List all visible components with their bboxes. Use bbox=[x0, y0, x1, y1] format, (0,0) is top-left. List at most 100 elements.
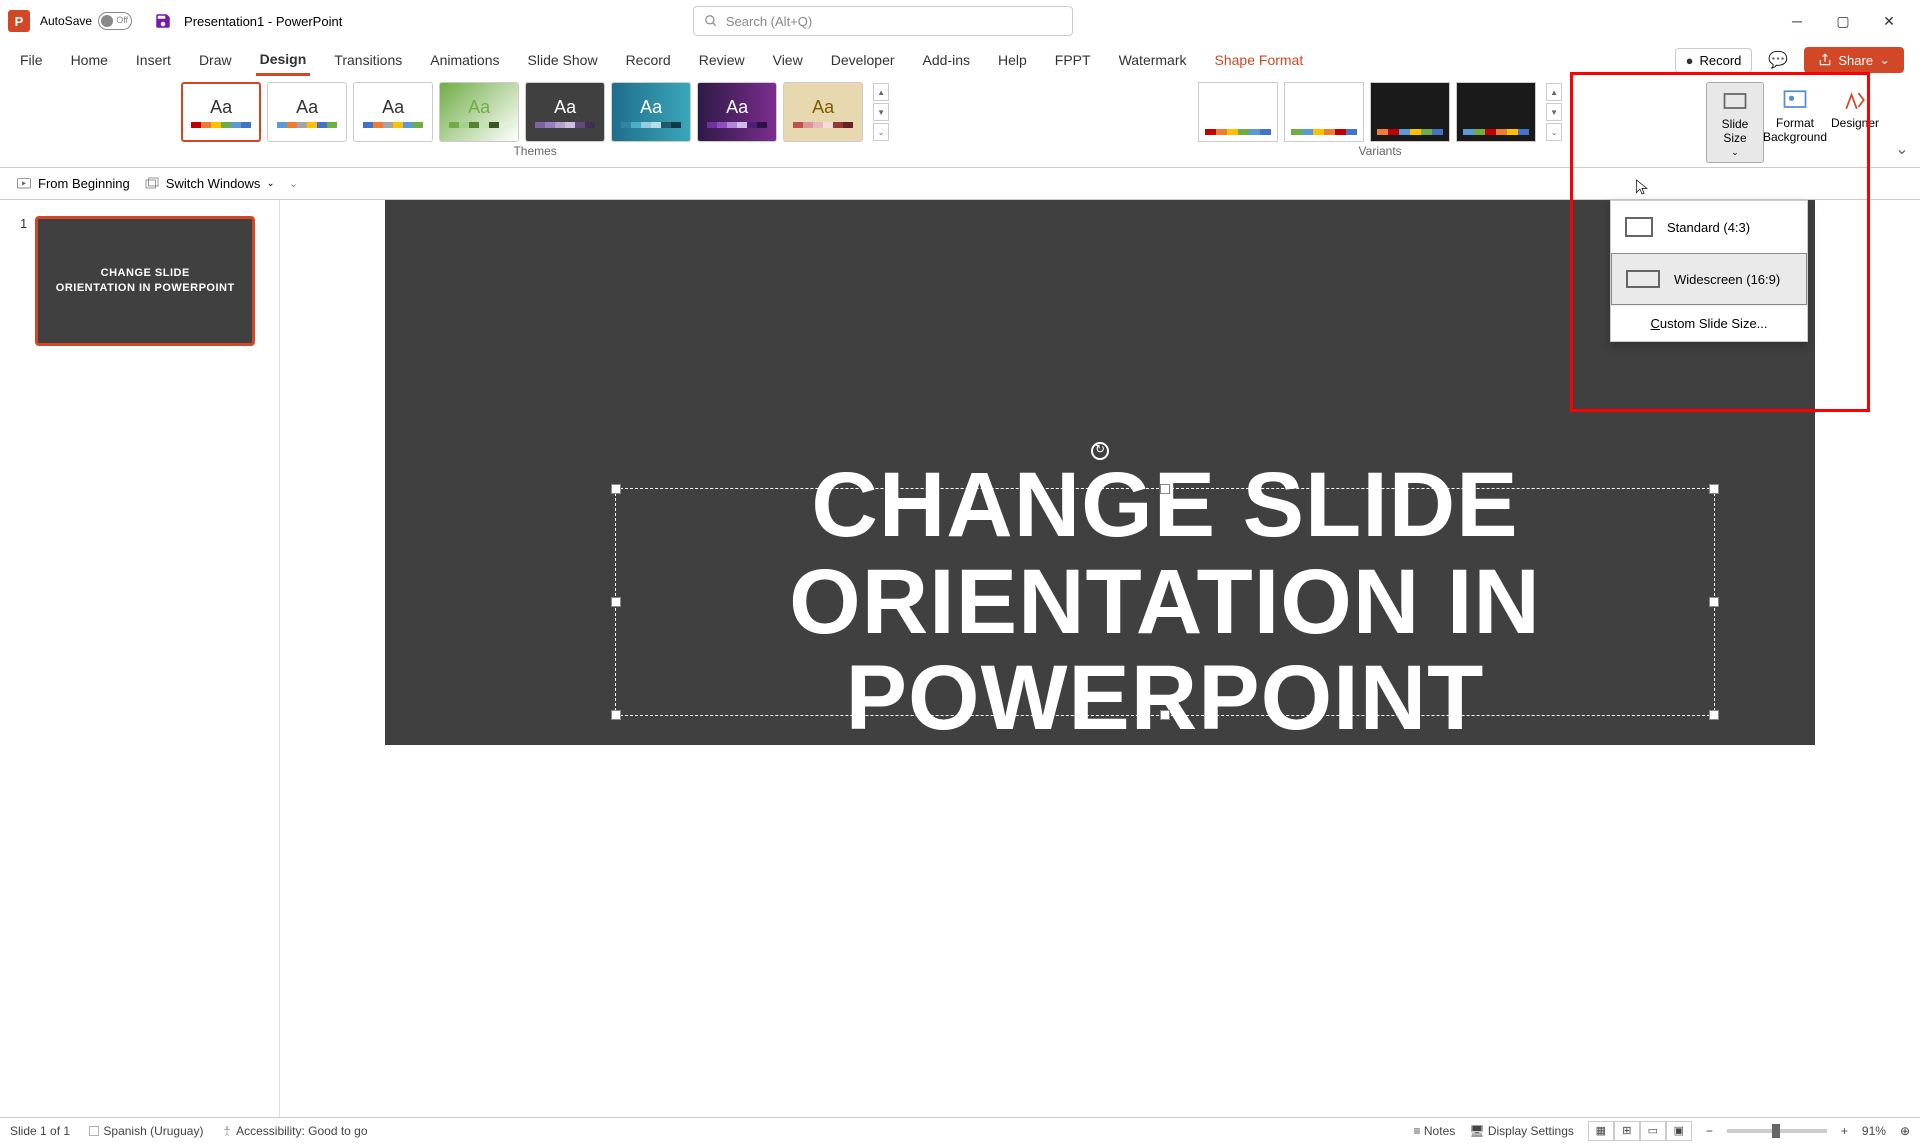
windows-icon bbox=[144, 176, 160, 192]
tab-review[interactable]: Review bbox=[695, 46, 749, 74]
designer-button[interactable]: Designer bbox=[1826, 82, 1884, 134]
theme-swatch-8[interactable]: Aa bbox=[783, 82, 863, 142]
notes-label: Notes bbox=[1424, 1124, 1455, 1138]
format-background-label: Format Background bbox=[1763, 116, 1827, 144]
chevron-down-icon: ⌄ bbox=[1731, 147, 1739, 158]
theme-swatch-2[interactable]: Aa bbox=[267, 82, 347, 142]
tab-developer[interactable]: Developer bbox=[827, 46, 899, 74]
resize-handle[interactable] bbox=[1709, 710, 1719, 720]
tab-slideshow[interactable]: Slide Show bbox=[524, 46, 602, 74]
tab-shape-format[interactable]: Shape Format bbox=[1211, 46, 1308, 74]
minimize-button[interactable]: ─ bbox=[1774, 5, 1820, 37]
zoom-in-button[interactable]: + bbox=[1841, 1124, 1848, 1138]
status-language[interactable]: Spanish (Uruguay) bbox=[88, 1124, 203, 1138]
close-button[interactable]: ✕ bbox=[1866, 5, 1912, 37]
maximize-button[interactable]: ▢ bbox=[1820, 5, 1866, 37]
tab-draw[interactable]: Draw bbox=[195, 46, 236, 74]
tab-addins[interactable]: Add-ins bbox=[919, 46, 974, 74]
share-icon bbox=[1818, 53, 1832, 67]
tab-home[interactable]: Home bbox=[67, 46, 112, 74]
menu-standard-4-3[interactable]: Standard (4:3) bbox=[1611, 201, 1807, 253]
variant-swatch-2[interactable] bbox=[1284, 82, 1364, 142]
variant-swatch-4[interactable] bbox=[1456, 82, 1536, 142]
tab-design[interactable]: Design bbox=[256, 45, 311, 76]
themes-gallery-spinner[interactable]: ▲▼⌄ bbox=[873, 83, 889, 141]
tab-record[interactable]: Record bbox=[622, 46, 675, 74]
slide-canvas[interactable]: CHANGE SLIDE ORIENTATION IN POWERPOINT bbox=[385, 200, 1815, 745]
app-icon: P bbox=[8, 10, 30, 32]
slide-thumbnail-1[interactable]: CHANGE SLIDE ORIENTATION IN POWERPOINT bbox=[35, 216, 255, 346]
variant-swatch-3[interactable] bbox=[1370, 82, 1450, 142]
language-label: Spanish (Uruguay) bbox=[103, 1124, 203, 1138]
slide-thumbnail-panel: 1 CHANGE SLIDE ORIENTATION IN POWERPOINT bbox=[0, 200, 280, 1117]
tab-insert[interactable]: Insert bbox=[132, 46, 175, 74]
autosave-toggle[interactable] bbox=[98, 12, 132, 30]
comments-icon[interactable]: 💬 bbox=[1762, 46, 1794, 74]
title-text-box[interactable]: CHANGE SLIDE ORIENTATION IN POWERPOINT bbox=[615, 488, 1715, 716]
slide-number: 1 bbox=[20, 216, 27, 346]
group-variants-label: Variants bbox=[1359, 144, 1402, 158]
search-placeholder: Search (Alt+Q) bbox=[726, 14, 812, 29]
format-background-button[interactable]: Format Background bbox=[1766, 82, 1824, 148]
record-button[interactable]: Record bbox=[1675, 48, 1753, 73]
theme-swatch-7[interactable]: Aa bbox=[697, 82, 777, 142]
tab-watermark[interactable]: Watermark bbox=[1115, 46, 1191, 74]
menu-custom-label: ustom Slide Size... bbox=[1660, 316, 1768, 331]
tab-view[interactable]: View bbox=[769, 46, 807, 74]
view-sorter-button[interactable]: ⊞ bbox=[1614, 1121, 1640, 1141]
notes-button[interactable]: ≡ Notes bbox=[1414, 1124, 1456, 1138]
view-slideshow-button[interactable]: ▣ bbox=[1666, 1121, 1692, 1141]
display-settings-button[interactable]: 🖥 Display Settings bbox=[1469, 1124, 1574, 1138]
slide-size-icon bbox=[1721, 87, 1749, 115]
ratio-4-3-icon bbox=[1625, 217, 1653, 237]
resize-handle[interactable] bbox=[611, 597, 621, 607]
variants-gallery-spinner[interactable]: ▲▼⌄ bbox=[1546, 83, 1562, 141]
zoom-out-button[interactable]: − bbox=[1706, 1124, 1713, 1138]
tab-transitions[interactable]: Transitions bbox=[330, 46, 406, 74]
switch-windows-button[interactable]: Switch Windows ⌄ bbox=[144, 176, 275, 192]
variant-swatch-1[interactable] bbox=[1198, 82, 1278, 142]
menu-custom-accel: C bbox=[1650, 316, 1659, 331]
tab-help[interactable]: Help bbox=[994, 46, 1031, 74]
theme-swatch-1[interactable]: Aa bbox=[181, 82, 261, 142]
theme-swatch-3[interactable]: Aa bbox=[353, 82, 433, 142]
tab-fppt[interactable]: FPPT bbox=[1051, 46, 1095, 74]
designer-label: Designer bbox=[1831, 116, 1879, 130]
ratio-16-9-icon bbox=[1626, 270, 1660, 288]
record-label: Record bbox=[1699, 53, 1741, 68]
view-reading-button[interactable]: ▭ bbox=[1640, 1121, 1666, 1141]
slide-size-menu: Standard (4:3) Widescreen (16:9) Custom … bbox=[1610, 200, 1808, 342]
share-button[interactable]: Share ⌄ bbox=[1804, 47, 1904, 73]
tab-animations[interactable]: Animations bbox=[426, 46, 503, 74]
menu-widescreen-label: Widescreen (16:9) bbox=[1674, 272, 1780, 287]
accessibility-icon bbox=[221, 1125, 233, 1137]
language-icon bbox=[88, 1125, 100, 1137]
theme-swatch-5[interactable]: Aa bbox=[525, 82, 605, 142]
resize-handle[interactable] bbox=[1160, 710, 1170, 720]
tab-file[interactable]: File bbox=[16, 46, 47, 74]
menu-custom-slide-size[interactable]: Custom Slide Size... bbox=[1611, 305, 1807, 341]
search-icon bbox=[704, 14, 718, 28]
resize-handle[interactable] bbox=[611, 710, 621, 720]
save-icon[interactable] bbox=[154, 12, 172, 30]
zoom-slider[interactable] bbox=[1727, 1129, 1827, 1133]
zoom-level[interactable]: 91% bbox=[1862, 1124, 1886, 1138]
menu-widescreen-16-9[interactable]: Widescreen (16:9) bbox=[1611, 253, 1807, 305]
resize-handle[interactable] bbox=[1709, 484, 1719, 494]
format-background-icon bbox=[1781, 86, 1809, 114]
theme-swatch-4[interactable]: Aa bbox=[439, 82, 519, 142]
ribbon-collapse-button[interactable]: ⌄ bbox=[1892, 82, 1912, 163]
quick-overflow-button[interactable]: ⌄ bbox=[289, 177, 298, 190]
resize-handle[interactable] bbox=[1709, 597, 1719, 607]
view-normal-button[interactable]: ▦ bbox=[1588, 1121, 1614, 1141]
from-beginning-button[interactable]: From Beginning bbox=[16, 176, 130, 192]
resize-handle[interactable] bbox=[1160, 484, 1170, 494]
fit-to-window-button[interactable]: ⊕ bbox=[1900, 1124, 1910, 1138]
status-accessibility[interactable]: Accessibility: Good to go bbox=[221, 1124, 367, 1138]
search-input[interactable]: Search (Alt+Q) bbox=[693, 6, 1073, 36]
theme-swatch-6[interactable]: Aa bbox=[611, 82, 691, 142]
slide-size-button[interactable]: Slide Size ⌄ bbox=[1706, 82, 1764, 163]
accessibility-label: Accessibility: Good to go bbox=[236, 1124, 367, 1138]
resize-handle[interactable] bbox=[611, 484, 621, 494]
thumb-title-line2: ORIENTATION IN POWERPOINT bbox=[56, 281, 235, 296]
